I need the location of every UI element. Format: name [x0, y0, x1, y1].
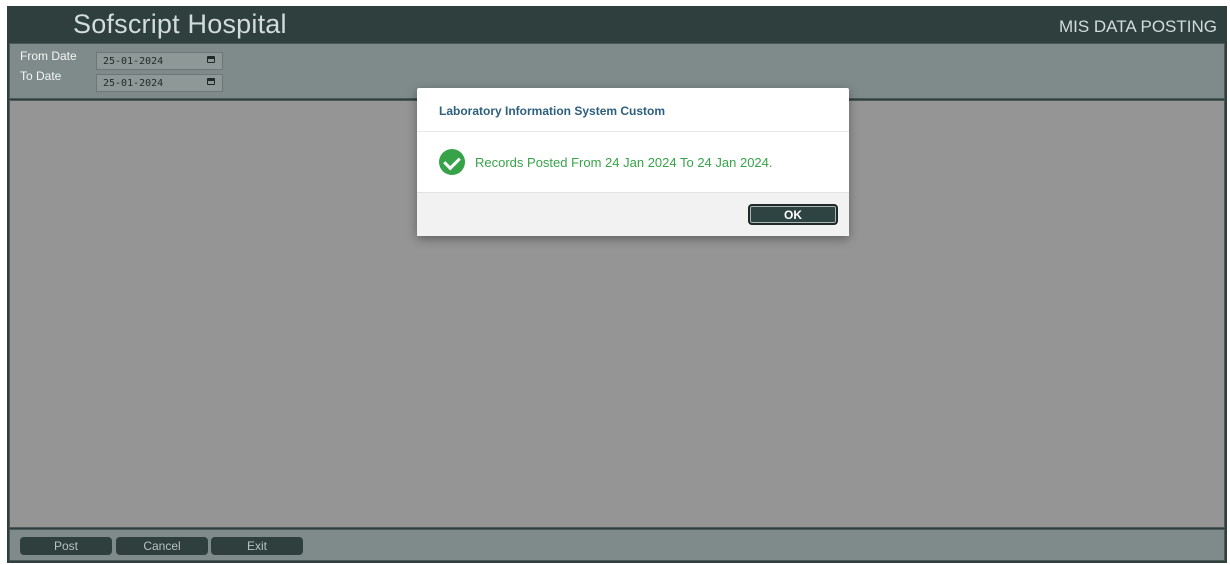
to-date-input[interactable]: 25-01-2024 [96, 74, 223, 92]
to-date-label: To Date [20, 69, 62, 83]
exit-button[interactable]: Exit [211, 537, 303, 555]
dialog-title: Laboratory Information System Custom [439, 104, 666, 118]
success-dialog: Laboratory Information System Custom Rec… [417, 88, 849, 236]
to-date-value: 25-01-2024 [103, 78, 164, 89]
from-date-label: From Date [20, 49, 77, 63]
dialog-message: Records Posted From 24 Jan 2024 To 24 Ja… [475, 155, 773, 170]
calendar-icon[interactable] [207, 56, 215, 63]
dialog-divider [417, 131, 849, 132]
calendar-icon[interactable] [207, 78, 215, 85]
dialog-footer: OK [417, 192, 849, 236]
post-button[interactable]: Post [20, 537, 112, 555]
cancel-button[interactable]: Cancel [116, 537, 208, 555]
app-title: Sofscript Hospital [73, 9, 287, 39]
check-circle-icon [439, 149, 465, 175]
module-title: MIS DATA POSTING [1058, 17, 1217, 36]
footer-toolbar: Post Cancel Exit [9, 529, 1225, 561]
from-date-value: 25-01-2024 [103, 56, 164, 67]
ok-button[interactable]: OK [748, 204, 838, 225]
header: Sofscript Hospital MIS DATA POSTING [7, 6, 1227, 42]
from-date-input[interactable]: 25-01-2024 [96, 52, 223, 70]
